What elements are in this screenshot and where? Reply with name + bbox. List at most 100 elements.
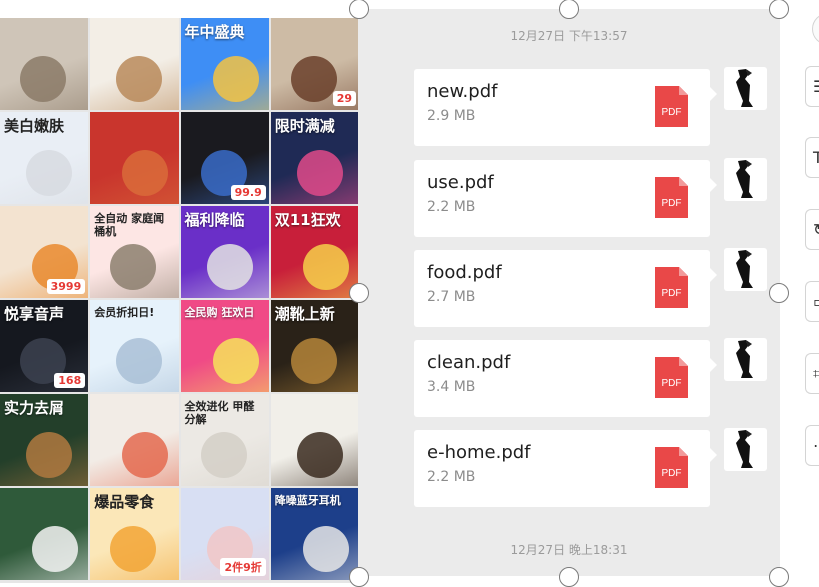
- product-image: [296, 432, 343, 478]
- toolbar-button-4[interactable]: ▭: [805, 281, 819, 322]
- gallery-thumbnail[interactable]: [270, 394, 359, 486]
- more-icon: ⋯: [813, 436, 819, 455]
- file-size: 2.7 MB: [427, 289, 476, 305]
- product-image: [290, 56, 337, 102]
- gallery-thumbnail[interactable]: 悦享音声 168: [0, 300, 89, 392]
- product-image: [302, 526, 349, 572]
- pdf-icon-label: PDF: [662, 378, 682, 389]
- resize-handle-bottom-right[interactable]: [769, 567, 789, 587]
- avatar[interactable]: [724, 158, 767, 201]
- toolbar-button-6[interactable]: ⋯: [805, 425, 819, 466]
- crop-icon: ⌗: [813, 364, 819, 383]
- product-image: [110, 244, 157, 290]
- file-message[interactable]: food.pdf 2.7 MB PDF: [414, 250, 717, 327]
- resize-handle-bottom-left[interactable]: [349, 567, 369, 587]
- avatar-image: [736, 69, 753, 107]
- gallery-thumbnail[interactable]: 年中盛典: [180, 18, 269, 110]
- product-image: [296, 150, 343, 196]
- resize-handle-top-left[interactable]: [349, 0, 369, 19]
- resize-handle-middle-right[interactable]: [769, 283, 789, 303]
- timestamp-bottom: 12月27日 晚上18:31: [510, 543, 628, 557]
- file-name: clean.pdf: [427, 352, 511, 373]
- gallery-thumbnail[interactable]: 99.9: [180, 112, 269, 204]
- resize-handle-middle-left[interactable]: [349, 283, 369, 303]
- gallery-thumbnail[interactable]: 潮靴上新: [270, 300, 359, 392]
- thumbnail-caption: 悦享音声: [4, 305, 65, 323]
- toolbar-round-button[interactable]: [812, 13, 819, 45]
- file-name: use.pdf: [427, 172, 494, 193]
- avatar[interactable]: [724, 67, 767, 110]
- avatar-image: [736, 430, 753, 468]
- file-message[interactable]: new.pdf 2.9 MB PDF: [414, 69, 717, 146]
- product-image: [26, 150, 72, 196]
- gallery-thumbnail[interactable]: 全自动 家庭闻桶机: [90, 206, 179, 298]
- pdf-file-icon: PDF: [655, 86, 688, 127]
- pdf-file-icon: PDF: [655, 267, 688, 308]
- product-image: [32, 526, 78, 572]
- file-size: 3.4 MB: [427, 379, 476, 395]
- gallery-thumbnail[interactable]: 双11狂欢: [270, 206, 359, 298]
- gallery-thumbnail[interactable]: [90, 18, 179, 110]
- product-image: [290, 338, 337, 384]
- file-size: 2.9 MB: [427, 108, 476, 124]
- file-name: e-home.pdf: [427, 442, 531, 463]
- pdf-file-icon: PDF: [655, 357, 688, 398]
- gallery-thumbnail[interactable]: 会员折扣日!: [90, 300, 179, 392]
- gallery-thumbnail[interactable]: 实力去屑: [0, 394, 89, 486]
- pdf-icon-label: PDF: [662, 468, 682, 479]
- file-name: food.pdf: [427, 262, 502, 283]
- gallery-thumbnail[interactable]: 2件9折: [180, 488, 269, 580]
- gallery-thumbnail[interactable]: 降噪蓝牙耳机: [270, 488, 359, 580]
- avatar-image: [736, 340, 753, 378]
- gallery-thumbnail[interactable]: 美白嫩肤: [0, 112, 89, 204]
- toolbar-button-2[interactable]: T: [805, 137, 819, 178]
- product-image: [200, 432, 247, 478]
- gallery-thumbnail[interactable]: 福利降临: [180, 206, 269, 298]
- file-message[interactable]: clean.pdf 3.4 MB PDF: [414, 340, 717, 417]
- thumbnail-caption: 全民购 狂欢日: [184, 306, 255, 319]
- menu-icon: ☰: [813, 77, 819, 96]
- resize-handle-top-right[interactable]: [769, 0, 789, 19]
- product-image: [122, 432, 169, 478]
- thumbnail-caption: 双11狂欢: [274, 211, 341, 229]
- avatar[interactable]: [724, 338, 767, 381]
- pdf-icon-label: PDF: [662, 288, 682, 299]
- resize-handle-bottom-center[interactable]: [559, 567, 579, 587]
- gallery-thumbnail[interactable]: 爆品零食: [90, 488, 179, 580]
- toolbar-button-1[interactable]: ☰: [805, 66, 819, 107]
- thumbnail-caption: 美白嫩肤: [4, 117, 65, 135]
- gallery-thumbnail[interactable]: 3999: [0, 206, 89, 298]
- file-name: new.pdf: [427, 81, 498, 102]
- price-tag: 3999: [46, 279, 86, 294]
- gallery-thumbnail[interactable]: 全民购 狂欢日: [180, 300, 269, 392]
- resize-handle-top-center[interactable]: [559, 0, 579, 19]
- toolbar-button-3[interactable]: ↻: [805, 209, 819, 250]
- thumbnail-caption: 实力去屑: [4, 399, 65, 417]
- price-tag: 99.9: [230, 185, 266, 200]
- toolbar-button-5[interactable]: ⌗: [805, 353, 819, 394]
- thumbnail-caption: 限时满减: [274, 117, 335, 135]
- gallery-thumbnail[interactable]: [90, 394, 179, 486]
- avatar[interactable]: [724, 248, 767, 291]
- thumbnail-caption: 会员折扣日!: [94, 306, 155, 319]
- product-image: [26, 432, 72, 478]
- rotate-icon: ↻: [813, 220, 819, 239]
- pdf-icon-label: PDF: [662, 198, 682, 209]
- pdf-file-icon: PDF: [655, 177, 688, 218]
- thumbnail-caption: 降噪蓝牙耳机: [274, 494, 341, 507]
- product-image: [20, 56, 66, 102]
- product-image: [110, 526, 157, 572]
- gallery-thumbnail[interactable]: [0, 18, 89, 110]
- gallery-thumbnail[interactable]: [0, 488, 89, 580]
- thumbnail-caption: 全自动 家庭闻桶机: [94, 212, 165, 238]
- text-icon: T: [813, 148, 819, 167]
- gallery-thumbnail[interactable]: [90, 112, 179, 204]
- avatar[interactable]: [724, 428, 767, 471]
- file-message[interactable]: e-home.pdf 2.2 MB PDF: [414, 430, 717, 507]
- gallery-thumbnail[interactable]: 全效进化 甲醛分解: [180, 394, 269, 486]
- gallery-thumbnail[interactable]: 29: [270, 18, 359, 110]
- gallery-thumbnail[interactable]: 限时满减: [270, 112, 359, 204]
- product-image: [206, 244, 253, 290]
- thumbnail-caption: 年中盛典: [184, 23, 245, 41]
- file-message[interactable]: use.pdf 2.2 MB PDF: [414, 160, 717, 237]
